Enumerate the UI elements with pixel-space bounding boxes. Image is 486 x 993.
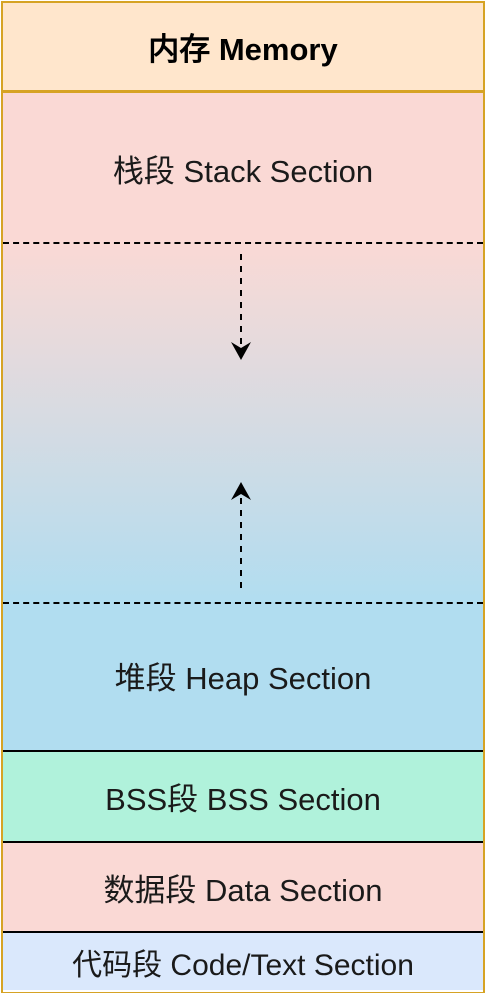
memory-layout-diagram: 内存 Memory 栈段 Stack Section 堆段 Heap Secti…: [0, 0, 486, 993]
memory-outer-frame: [1, 1, 485, 993]
